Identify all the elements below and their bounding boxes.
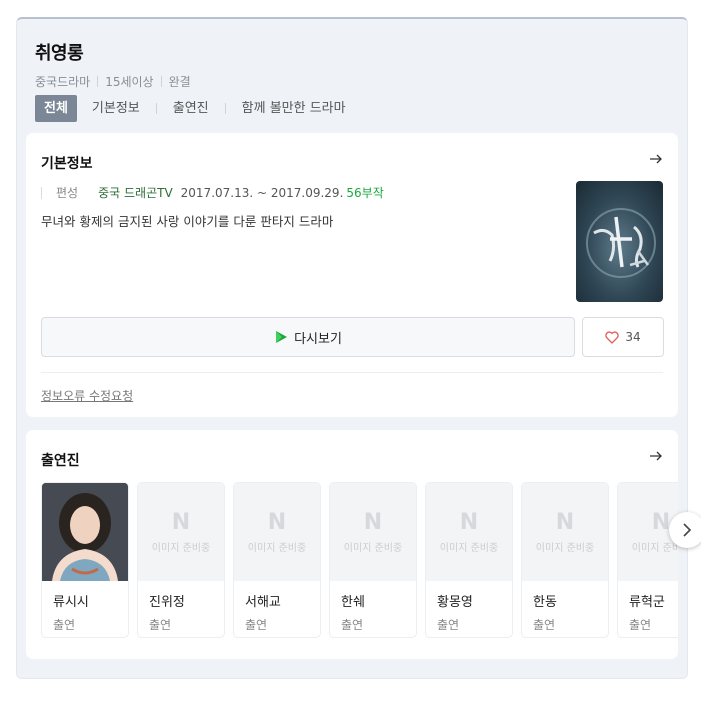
cast-item[interactable]: 류시시 출연 <box>41 482 129 638</box>
like-button[interactable]: 34 <box>582 317 664 357</box>
heart-icon <box>605 330 620 344</box>
episode-count: 56부작 <box>346 186 384 200</box>
meta-genre: 중국드라마 <box>35 75 91 89</box>
report-error-link[interactable]: 정보오류 수정요청 <box>41 387 133 404</box>
portrait-image <box>42 483 128 581</box>
rewatch-button[interactable]: 다시보기 <box>41 317 575 357</box>
cast-name: 한동 <box>533 595 557 610</box>
placeholder-text: 이미지 준비중 <box>247 542 307 554</box>
meta-divider <box>160 76 162 87</box>
tab-related-dramas[interactable]: 함께 볼만한 드라마 <box>240 95 348 122</box>
info-bar <box>41 186 42 199</box>
cast-name: 황몽영 <box>437 595 473 610</box>
cast-placeholder: N 이미지 준비중 <box>234 483 320 581</box>
cast-placeholder: N 이미지 준비중 <box>426 483 512 581</box>
placeholder-logo: N <box>555 509 575 535</box>
placeholder-logo: N <box>171 509 191 535</box>
placeholder-logo: N <box>459 509 479 535</box>
cast-card: 출연진 류시시 출연 N 이미지 준비중 진위정 출연 N 이미지 준비중 서해… <box>26 430 678 659</box>
broadcast-label: 편성 <box>56 186 79 200</box>
cast-name: 진위정 <box>149 595 185 610</box>
broadcast-info: 편성 중국 드래곤TV 2017.07.13. ~ 2017.09.29. 56… <box>41 184 384 201</box>
tab-cast[interactable]: 출연진 <box>171 95 211 122</box>
cast-item[interactable]: N 이미지 준비중 한동 출연 <box>521 482 609 638</box>
cast-item[interactable]: N 이미지 준비중 한쉐 출연 <box>329 482 417 638</box>
rewatch-label: 다시보기 <box>294 331 342 347</box>
cast-name: 서해교 <box>245 595 281 610</box>
cast-role: 출연 <box>533 618 556 632</box>
poster-image[interactable] <box>576 181 663 302</box>
arrow-right-icon[interactable] <box>648 448 664 464</box>
tab-divider <box>155 103 157 114</box>
tab-divider <box>224 103 226 114</box>
cast-role: 출연 <box>341 618 364 632</box>
drama-meta: 중국드라마 15세이상 완결 <box>35 73 191 90</box>
meta-status: 완결 <box>168 75 191 89</box>
cast-item[interactable]: N 이미지 준비중 서해교 출연 <box>233 482 321 638</box>
basic-info-card: 기본정보 편성 중국 드래곤TV 2017.07.13. ~ 2017.09.2… <box>26 133 678 417</box>
placeholder-logo: N <box>363 509 383 535</box>
network-link[interactable]: 중국 드래곤TV <box>98 184 173 201</box>
cast-placeholder: N 이미지 준비중 <box>522 483 608 581</box>
cast-name: 류시시 <box>53 595 89 610</box>
cast-name: 류혁군 <box>629 595 665 610</box>
basic-info-title: 기본정보 <box>41 156 93 172</box>
cast-list: 류시시 출연 N 이미지 준비중 진위정 출연 N 이미지 준비중 서해교 출연 <box>41 482 678 638</box>
placeholder-text: 이미지 준비중 <box>631 542 678 554</box>
cast-title: 출연진 <box>41 453 80 469</box>
placeholder-logo: N <box>267 509 287 535</box>
tab-basic-info[interactable]: 기본정보 <box>90 95 142 122</box>
cast-role: 출연 <box>629 618 652 632</box>
placeholder-text: 이미지 준비중 <box>535 542 595 554</box>
placeholder-text: 이미지 준비중 <box>439 542 499 554</box>
drama-title: 취영롱 <box>35 43 84 64</box>
cast-photo <box>42 483 128 581</box>
poster-art <box>586 208 656 278</box>
like-count: 34 <box>625 330 641 344</box>
cast-role: 출연 <box>437 618 460 632</box>
tab-all[interactable]: 전체 <box>35 95 77 122</box>
divider <box>41 372 663 373</box>
cast-item[interactable]: N 이미지 준비중 류혁군 출연 <box>617 482 678 638</box>
meta-rating: 15세이상 <box>105 75 154 89</box>
cast-item[interactable]: N 이미지 준비중 황몽영 출연 <box>425 482 513 638</box>
arrow-right-icon[interactable] <box>648 151 664 167</box>
drama-header: 취영롱 중국드라마 15세이상 완결 <box>35 39 191 90</box>
cast-role: 출연 <box>245 618 268 632</box>
chevron-right-icon <box>683 523 692 537</box>
air-dates: 2017.07.13. ~ 2017.09.29. <box>180 185 344 200</box>
cast-placeholder: N 이미지 준비중 <box>330 483 416 581</box>
meta-divider <box>97 76 99 87</box>
cast-name: 한쉐 <box>341 595 365 610</box>
tab-bar: 전체 기본정보 출연진 함께 볼만한 드라마 <box>35 95 348 122</box>
cast-role: 출연 <box>149 618 172 632</box>
placeholder-logo: N <box>651 509 671 535</box>
cast-placeholder: N 이미지 준비중 <box>138 483 224 581</box>
drama-info-panel: 취영롱 중국드라마 15세이상 완결 전체 기본정보 출연진 함께 볼만한 드라… <box>16 17 688 679</box>
description: 무녀와 황제의 금지된 사랑 이야기를 다룬 판타지 드라마 <box>41 214 334 229</box>
play-icon <box>276 331 288 343</box>
cast-next-button[interactable] <box>669 512 701 548</box>
placeholder-text: 이미지 준비중 <box>343 542 403 554</box>
placeholder-text: 이미지 준비중 <box>151 542 211 554</box>
cast-item[interactable]: N 이미지 준비중 진위정 출연 <box>137 482 225 638</box>
cast-role: 출연 <box>53 618 76 632</box>
